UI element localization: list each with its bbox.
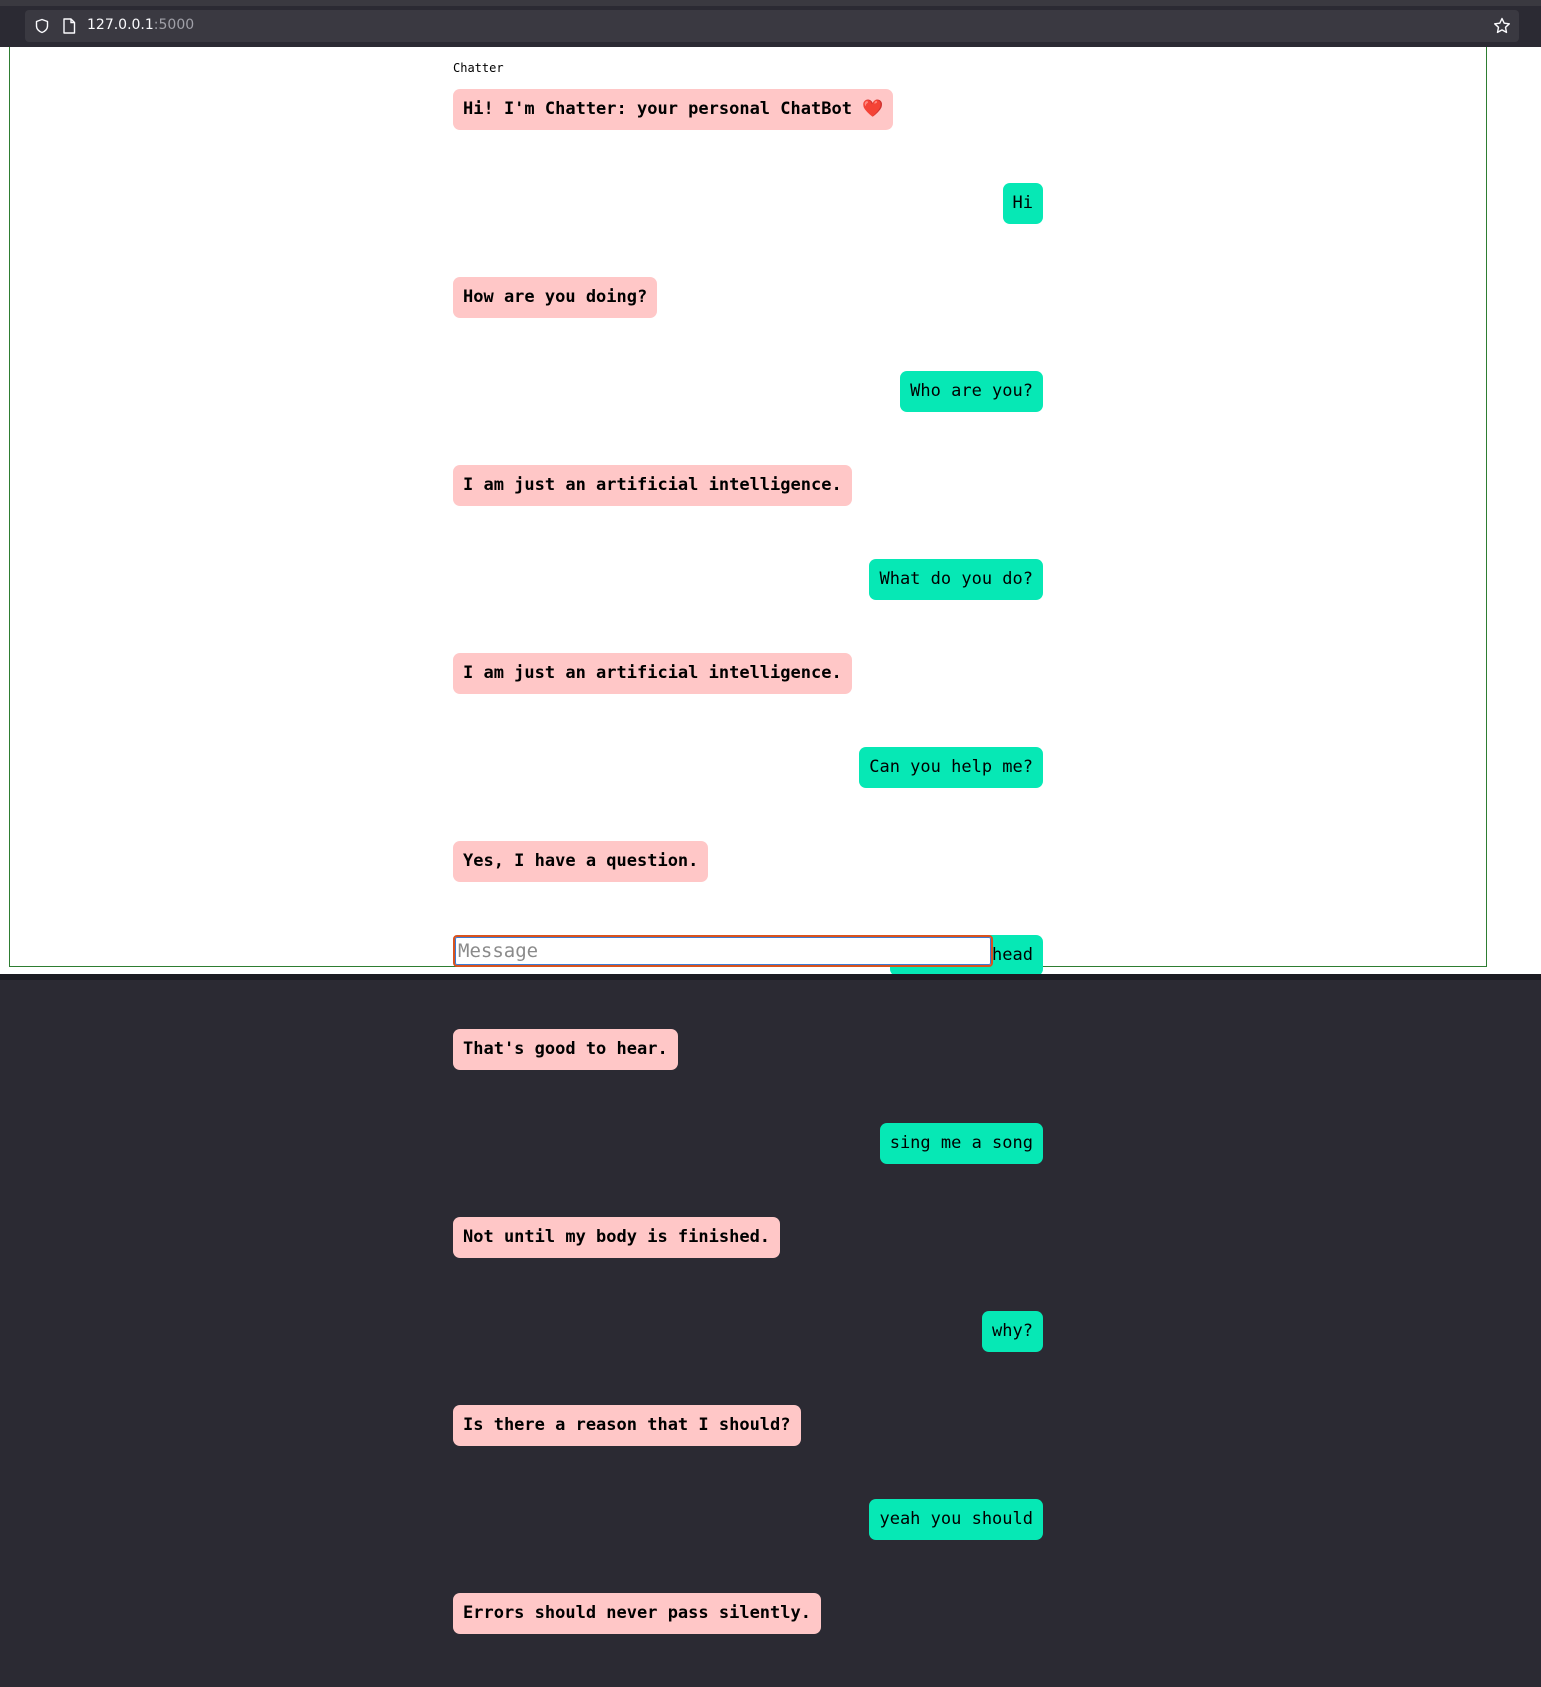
user-message-bubble: sing me a song bbox=[879, 1123, 1043, 1164]
message-text: That's good to hear. bbox=[463, 1039, 668, 1059]
user-message: Can you help me? bbox=[453, 747, 1043, 788]
url-text[interactable]: 127.0.0.1:5000 bbox=[87, 17, 194, 33]
bot-message-bubble: How are you doing? bbox=[453, 277, 658, 318]
bookmark-star-icon[interactable] bbox=[1493, 17, 1511, 35]
bot-message: Hi! I'm Chatter: your personal ChatBot ❤… bbox=[453, 89, 1043, 130]
bot-message: Not until my body is finished. bbox=[453, 1217, 1043, 1258]
page-icon[interactable] bbox=[62, 18, 76, 34]
message-input[interactable] bbox=[453, 935, 993, 967]
bot-message-bubble: Yes, I have a question. bbox=[453, 841, 709, 882]
message-text: sing me a song bbox=[889, 1133, 1033, 1153]
bot-message-bubble: Not until my body is finished. bbox=[453, 1217, 781, 1258]
bot-message-bubble: I am just an artificial intelligence. bbox=[453, 465, 852, 506]
message-text: Is there a reason that I should? bbox=[463, 1415, 791, 1435]
url-host: 127.0.0.1 bbox=[87, 17, 154, 33]
user-message: yeah you should bbox=[453, 1499, 1043, 1540]
bot-message: That's good to hear. bbox=[453, 1029, 1043, 1070]
user-message: why? bbox=[453, 1311, 1043, 1352]
message-text: What do you do? bbox=[879, 569, 1033, 589]
message-text: Can you help me? bbox=[869, 757, 1033, 777]
message-text: Hi bbox=[1012, 193, 1033, 213]
bot-message: Yes, I have a question. bbox=[453, 841, 1043, 882]
user-message-bubble: why? bbox=[982, 1311, 1043, 1352]
user-message-bubble: What do you do? bbox=[869, 559, 1043, 600]
message-text: Errors should never pass silently. bbox=[463, 1603, 811, 1623]
bot-message: Is there a reason that I should? bbox=[453, 1405, 1043, 1446]
message-text: Not until my body is finished. bbox=[463, 1227, 771, 1247]
message-text: How are you doing? bbox=[463, 287, 648, 307]
shield-icon[interactable] bbox=[34, 18, 50, 34]
chat-container: Chatter Hi! I'm Chatter: your personal C… bbox=[453, 61, 1043, 1687]
bot-message-bubble: Errors should never pass silently. bbox=[453, 1593, 821, 1634]
user-message: What do you do? bbox=[453, 559, 1043, 600]
user-message: Who are you? bbox=[453, 371, 1043, 412]
user-message: Hi bbox=[453, 183, 1043, 224]
bot-message: Errors should never pass silently. bbox=[453, 1593, 1043, 1634]
user-message: sing me a song bbox=[453, 1123, 1043, 1164]
message-text: I am just an artificial intelligence. bbox=[463, 663, 842, 683]
user-message-bubble: Who are you? bbox=[900, 371, 1043, 412]
message-text: Who are you? bbox=[910, 381, 1033, 401]
message-text: yeah you should bbox=[879, 1509, 1033, 1529]
user-message-bubble: Can you help me? bbox=[859, 747, 1043, 788]
url-port: :5000 bbox=[153, 17, 195, 33]
user-message-bubble: Hi bbox=[1002, 183, 1043, 224]
window-bottom-edge bbox=[0, 974, 1541, 980]
bot-message: I am just an artificial intelligence. bbox=[453, 653, 1043, 694]
bot-message: How are you doing? bbox=[453, 277, 1043, 318]
user-message-bubble: yeah you should bbox=[869, 1499, 1043, 1540]
heart-icon: ❤️ bbox=[862, 99, 884, 119]
message-text: Hi! I'm Chatter: your personal ChatBot bbox=[463, 99, 852, 119]
address-bar[interactable]: 127.0.0.1:5000 bbox=[25, 10, 1519, 42]
message-text: I am just an artificial intelligence. bbox=[463, 475, 842, 495]
bot-message-bubble: Is there a reason that I should? bbox=[453, 1405, 801, 1446]
bot-message-bubble: I am just an artificial intelligence. bbox=[453, 653, 852, 694]
bot-message-bubble: Hi! I'm Chatter: your personal ChatBot ❤… bbox=[453, 89, 894, 130]
bot-message-bubble: That's good to hear. bbox=[453, 1029, 678, 1070]
message-list: Hi! I'm Chatter: your personal ChatBot ❤… bbox=[453, 89, 1043, 1634]
bot-message: I am just an artificial intelligence. bbox=[453, 465, 1043, 506]
page-viewport: Chatter Hi! I'm Chatter: your personal C… bbox=[0, 47, 1541, 1634]
message-text: Yes, I have a question. bbox=[463, 851, 699, 871]
browser-toolbar: 127.0.0.1:5000 bbox=[0, 6, 1541, 47]
message-text: why? bbox=[992, 1321, 1033, 1341]
chat-title: Chatter bbox=[453, 61, 504, 75]
